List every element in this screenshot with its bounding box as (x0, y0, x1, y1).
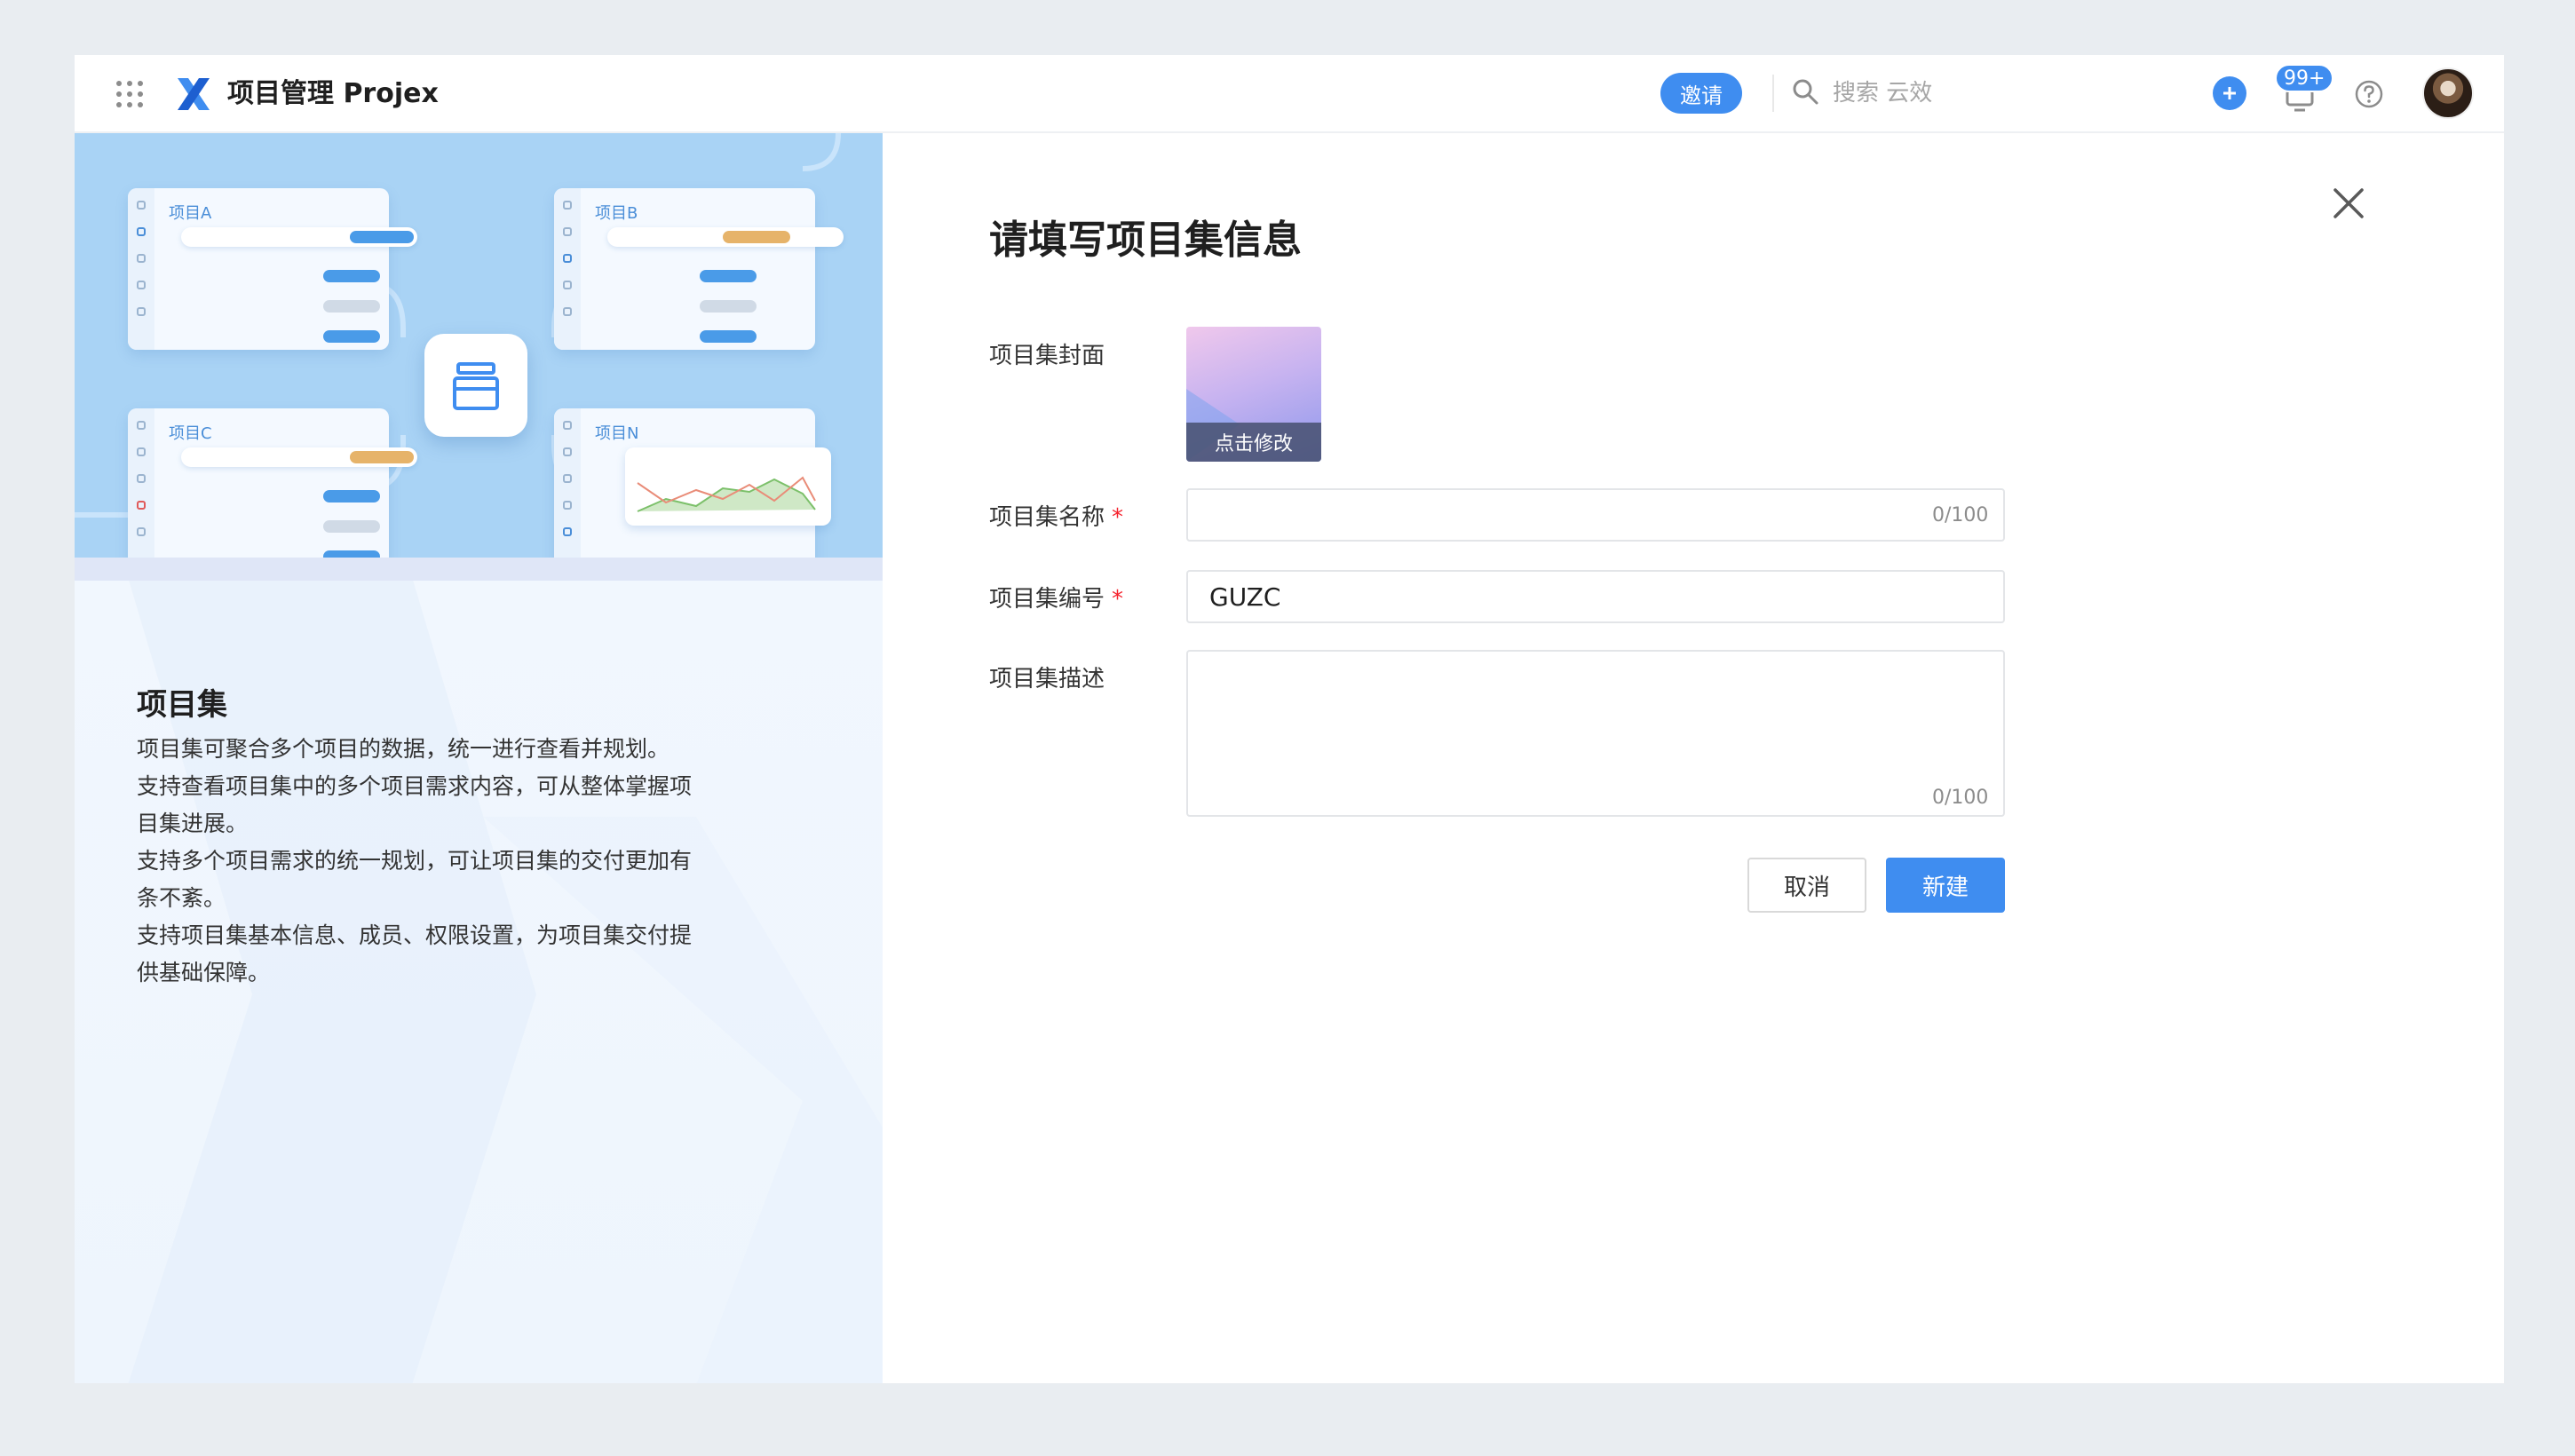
mini-line-chart (625, 447, 831, 526)
notification-count-badge: 99+ (2275, 64, 2334, 92)
info-line: 目集进展。 (137, 811, 249, 836)
app-title[interactable]: 项目管理 Projex (227, 76, 439, 112)
info-title: 项目集 (137, 687, 227, 723)
illustration-strip (75, 558, 883, 581)
search-icon[interactable] (1790, 76, 1820, 107)
project-card-a: 项目A (128, 188, 417, 350)
project-card-label: 项目N (595, 424, 639, 443)
code-label-text: 项目集编号 (989, 586, 1105, 613)
project-card-label: 项目B (595, 204, 638, 223)
create-plus-button[interactable] (2213, 76, 2246, 110)
code-label: 项目集编号 * (989, 581, 1123, 613)
header-divider (1772, 75, 1774, 112)
required-mark: * (1112, 586, 1124, 613)
user-avatar[interactable] (2422, 67, 2474, 119)
project-card-label: 项目C (169, 424, 212, 443)
app-switcher-icon[interactable] (114, 78, 146, 110)
code-input[interactable] (1186, 570, 2005, 623)
name-label-text: 项目集名称 (989, 504, 1105, 531)
info-line: 支持查看项目集中的多个项目需求内容，可从整体掌握项 (137, 773, 693, 799)
info-description: 项目集可聚合多个项目的数据，统一进行查看并规划。 支持查看项目集中的多个项目需求… (137, 731, 758, 992)
search-input[interactable] (1833, 73, 2099, 114)
projex-logo-icon[interactable] (174, 75, 213, 114)
name-label: 项目集名称 * (989, 499, 1123, 532)
cover-picker[interactable]: 点击修改 (1186, 327, 1321, 462)
desc-label: 项目集描述 (989, 666, 1105, 692)
plus-icon (2223, 87, 2236, 99)
info-line: 支持项目集基本信息、成员、权限设置，为项目集交付提 (137, 922, 693, 948)
form-title: 请填写项目集信息 (989, 218, 1302, 263)
required-mark: * (1112, 504, 1124, 531)
info-line: 项目集可聚合多个项目的数据，统一进行查看并规划。 (137, 736, 670, 762)
project-card-label: 项目A (169, 204, 212, 223)
invite-button[interactable]: 邀请 (1660, 73, 1742, 114)
project-card-c: 项目C (128, 408, 417, 558)
project-set-illustration: 项目A 项目B 项目C 项目N (75, 133, 883, 558)
project-set-box-icon (424, 334, 527, 437)
name-input[interactable] (1186, 488, 2005, 542)
app-window: 项目管理 Projex 邀请 99+ (75, 55, 2504, 1383)
help-icon[interactable] (2353, 78, 2385, 110)
top-bar: 项目管理 Projex 邀请 99+ (75, 55, 2504, 133)
cancel-button[interactable]: 取消 (1747, 858, 1866, 913)
name-char-counter: 0/100 (1932, 504, 1989, 526)
info-text: 项目集 项目集可聚合多个项目的数据，统一进行查看并规划。 支持查看项目集中的多个… (137, 680, 758, 992)
desc-char-counter: 0/100 (1932, 787, 1989, 809)
info-line: 支持多个项目需求的统一规划，可让项目集的交付更加有 (137, 848, 693, 874)
project-card-b: 项目B (554, 188, 844, 350)
info-line: 供基础保障。 (137, 960, 271, 985)
project-card-n: 项目N (554, 408, 831, 558)
desc-textarea[interactable] (1186, 650, 2005, 817)
cover-label: 项目集封面 (989, 343, 1105, 369)
info-line: 条不紊。 (137, 885, 226, 911)
cover-change-caption[interactable]: 点击修改 (1186, 423, 1321, 462)
close-icon[interactable] (2332, 186, 2365, 220)
info-panel: 项目A 项目B 项目C 项目N 项目集 项目集可聚合多个项目的数据，统一进行查看… (75, 133, 883, 1383)
create-button[interactable]: 新建 (1886, 858, 2005, 913)
